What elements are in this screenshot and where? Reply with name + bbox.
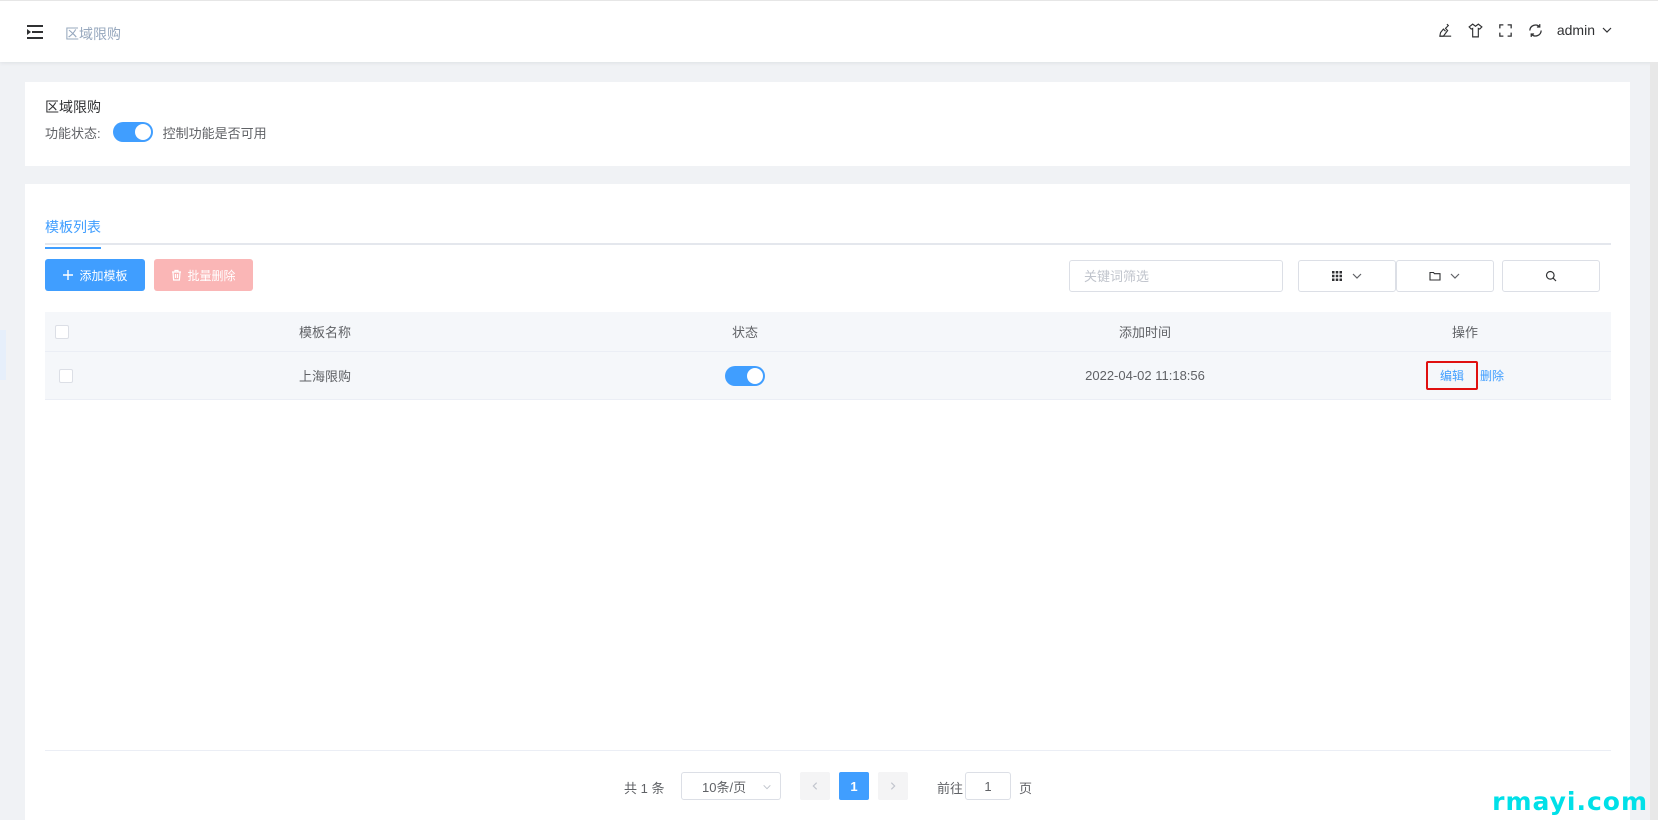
- trash-icon: [172, 269, 182, 281]
- status-label: 功能状态:: [45, 125, 101, 141]
- keyword-filter-input[interactable]: [1069, 260, 1283, 292]
- grid-icon: [1332, 271, 1342, 281]
- export-dropdown[interactable]: [1396, 260, 1494, 292]
- batch-delete-label: 批量删除: [187, 268, 236, 283]
- plus-icon: [63, 270, 74, 280]
- template-table: 模板名称 状态 添加时间 操作 上海限购 2022-04-02 11:18:56…: [45, 312, 1611, 400]
- row-added-time: 2022-04-02 11:18:56: [1085, 368, 1205, 383]
- page-number-current[interactable]: 1: [839, 772, 869, 800]
- col-actions: 操作: [1451, 325, 1478, 340]
- next-page-button[interactable]: [878, 772, 908, 800]
- feature-status-switch[interactable]: [112, 122, 153, 142]
- search-button[interactable]: [1502, 260, 1600, 292]
- shirt-icon[interactable]: [1467, 21, 1485, 39]
- fullscreen-icon[interactable]: [1497, 21, 1515, 39]
- pager-divider: [45, 750, 1611, 751]
- clean-icon[interactable]: [1437, 21, 1455, 39]
- table-header: 模板名称 状态 添加时间 操作: [45, 312, 1611, 352]
- goto-label: 前往: [937, 781, 964, 796]
- page-size-select[interactable]: 10条/页: [681, 772, 781, 800]
- feature-card: 区域限购 功能状态: 控制功能是否可用: [25, 82, 1630, 166]
- row-status-switch[interactable]: [725, 365, 765, 386]
- chevron-left-icon: [812, 782, 818, 790]
- header-actions: admin: [1437, 21, 1613, 39]
- chevron-down-icon: [1352, 273, 1362, 279]
- search-icon: [1545, 270, 1557, 282]
- row-checkbox[interactable]: [59, 368, 73, 383]
- tab-template-list[interactable]: 模板列表: [45, 217, 101, 249]
- row-select-cell: [59, 352, 73, 399]
- tabs-bar: 模板列表: [45, 184, 1611, 249]
- user-menu[interactable]: admin: [1557, 22, 1613, 38]
- page-suffix-label: 页: [1019, 781, 1033, 796]
- user-name: admin: [1556, 22, 1595, 38]
- page-size-value: 10条/页: [702, 779, 747, 795]
- grid-view-dropdown[interactable]: [1298, 260, 1396, 292]
- pagination: 共 1 条 10条/页 1 前往 页: [25, 772, 1630, 800]
- status-hint: 控制功能是否可用: [162, 125, 267, 141]
- chevron-down-icon: [1450, 273, 1460, 279]
- add-template-label: 添加模板: [79, 268, 128, 283]
- col-status: 状态: [731, 325, 758, 340]
- feature-status-row: 功能状态: 控制功能是否可用: [45, 122, 267, 142]
- pagination-total: 共 1 条: [624, 781, 665, 796]
- refresh-icon[interactable]: [1527, 21, 1545, 39]
- prev-page-button[interactable]: [800, 772, 830, 800]
- sidebar-edge: [0, 330, 6, 380]
- breadcrumb: 区域限购: [65, 26, 121, 42]
- goto-page-input[interactable]: [965, 772, 1011, 800]
- hamburger-icon[interactable]: [27, 25, 43, 39]
- template-list-card: 模板列表 添加模板 批量删除 模板名称 状态 添加时间 操作: [25, 184, 1630, 820]
- feature-title: 区域限购: [45, 99, 101, 115]
- select-all-cell: [55, 312, 69, 351]
- col-name: 模板名称: [298, 325, 351, 340]
- chevron-down-icon: [763, 784, 771, 790]
- folder-icon: [1429, 271, 1441, 281]
- watermark: rmayi.com: [1492, 787, 1648, 816]
- col-time: 添加时间: [1118, 325, 1171, 340]
- chevron-down-icon: [1602, 27, 1612, 33]
- row-status-cell: [565, 352, 925, 399]
- table-row: 上海限购 2022-04-02 11:18:56 编辑 删除: [45, 352, 1611, 400]
- page-scrollbar[interactable]: [1650, 62, 1658, 820]
- select-all-checkbox[interactable]: [55, 324, 69, 339]
- row-actions: 编辑 删除: [1365, 352, 1565, 399]
- add-template-button[interactable]: 添加模板: [45, 259, 145, 291]
- edit-button[interactable]: 编辑: [1425, 361, 1478, 390]
- top-header: 区域限购 admin: [0, 0, 1658, 62]
- delete-button[interactable]: 删除: [1480, 367, 1504, 384]
- row-template-name: 上海限购: [298, 369, 351, 384]
- batch-delete-button[interactable]: 批量删除: [154, 259, 253, 291]
- chevron-right-icon: [890, 782, 896, 790]
